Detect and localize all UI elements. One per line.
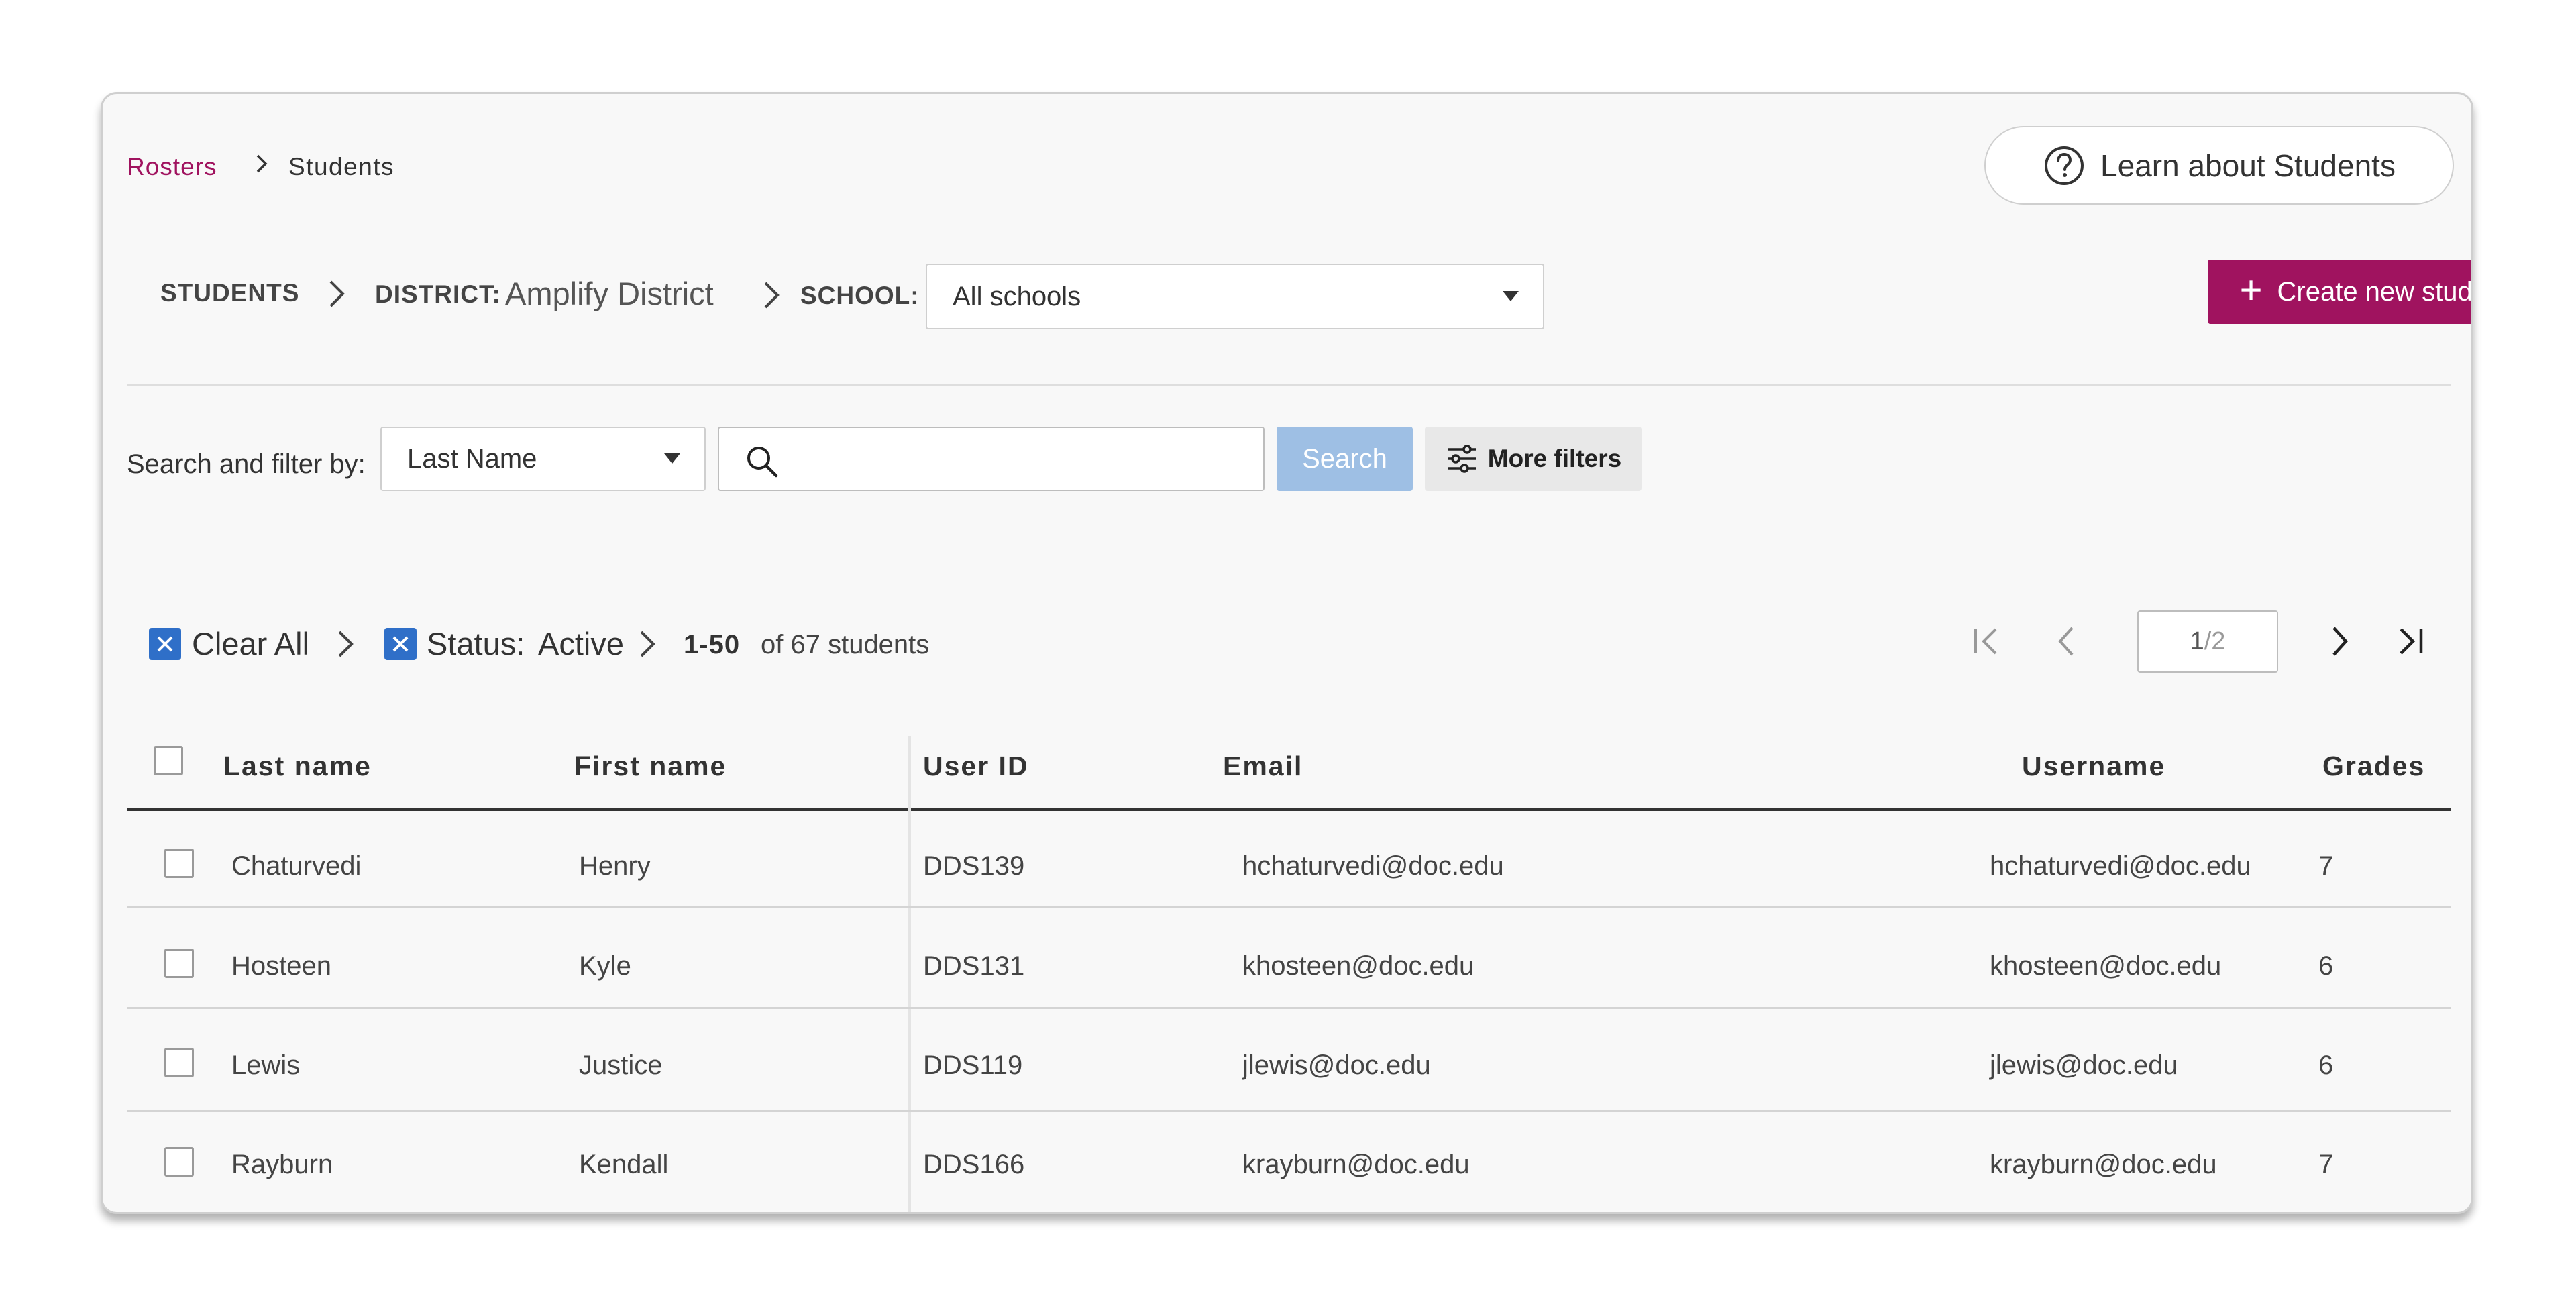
status-filter-checkbox[interactable] [384,628,417,660]
school-select-value: All schools [953,281,1081,311]
search-input[interactable] [793,435,1249,483]
row-checkbox[interactable] [164,949,194,978]
column-header-first-name[interactable]: First name [574,751,727,782]
row-divider [127,1110,2451,1112]
chevron-right-icon [640,631,655,657]
cell-last-name: Lewis [231,1050,301,1080]
cell-user-id: DDS131 [923,951,1025,981]
breadcrumb-rosters-link[interactable]: Rosters [127,153,217,181]
column-header-email[interactable]: Email [1223,751,1303,782]
row-divider [127,1007,2451,1009]
more-filters-label: More filters [1487,445,1622,472]
students-context-label: STUDENTS [160,279,300,307]
chevron-right-icon [329,280,345,307]
cell-last-name: Hosteen [231,951,331,981]
cell-first-name: Henry [579,851,651,881]
learn-button-label: Learn about Students [2100,148,2396,183]
last-page-icon[interactable] [2392,621,2432,661]
school-label: SCHOOL: [800,282,920,309]
cell-grade: 7 [2318,851,2334,881]
dropdown-caret-icon [664,453,680,464]
create-button-label: Create new students [2277,276,2473,307]
page-total: /2 [2204,627,2226,655]
more-filters-button[interactable]: More filters [1425,427,1642,491]
section-divider [127,384,2451,386]
result-total: of 67 students [761,630,930,659]
column-header-username[interactable]: Username [2022,751,2165,782]
sliders-icon [1447,445,1476,473]
cell-first-name: Kyle [579,951,631,981]
row-checkbox[interactable] [164,1048,194,1077]
cell-first-name: Justice [579,1050,663,1080]
cell-user-id: DDS139 [923,851,1025,881]
cell-first-name: Kendall [579,1150,669,1179]
cell-user-id: DDS166 [923,1150,1025,1179]
cell-email: krayburn@doc.edu [1242,1150,1470,1179]
select-all-checkbox[interactable] [154,746,183,775]
chevron-right-icon [338,631,354,657]
column-header-last-name[interactable]: Last name [223,751,372,782]
district-value: Amplify District [505,276,714,311]
table-header-border [127,808,2451,811]
status-filter-label: Status: [427,626,525,661]
search-button[interactable]: Search [1277,427,1413,491]
status-filter-value: Active [538,626,624,661]
result-range: 1-50 [684,630,741,659]
create-new-students-button[interactable]: + Create new students [2208,260,2473,324]
plus-icon: + [2239,268,2263,312]
cell-grade: 7 [2318,1150,2334,1179]
breadcrumb-current: Students [288,153,395,180]
students-roster-panel: Rosters Students Learn about Students ST… [101,92,2473,1214]
search-field-value: Last Name [407,443,537,474]
search-input-box [718,427,1265,491]
school-select[interactable]: All schools [926,264,1544,329]
close-icon [157,636,173,652]
cell-email: jlewis@doc.edu [1242,1050,1431,1080]
cell-username: khosteen@doc.edu [1990,951,2222,981]
row-checkbox[interactable] [164,849,194,878]
first-page-icon[interactable] [1966,621,2006,661]
cell-grade: 6 [2318,951,2334,981]
search-filter-label: Search and filter by: [127,449,366,479]
district-label: DISTRICT: [375,280,501,308]
next-page-icon[interactable] [2319,621,2359,661]
breadcrumb-chevron-icon [256,154,268,173]
help-circle-icon [2045,146,2084,185]
cell-last-name: Rayburn [231,1150,333,1179]
cell-username: jlewis@doc.edu [1990,1050,2178,1080]
page-number-input[interactable]: 1/2 [2137,610,2278,673]
chevron-right-icon [764,282,780,309]
search-field-select[interactable]: Last Name [380,427,706,491]
cell-username: krayburn@doc.edu [1990,1150,2217,1179]
clear-all-label[interactable]: Clear All [192,625,309,662]
previous-page-icon[interactable] [2047,621,2087,661]
dropdown-caret-icon [1503,291,1519,301]
clear-all-checkbox[interactable] [149,628,181,660]
cell-email: hchaturvedi@doc.edu [1242,851,1504,881]
row-divider [127,906,2451,908]
cell-last-name: Chaturvedi [231,851,362,881]
learn-about-students-button[interactable]: Learn about Students [1984,126,2454,205]
cell-username: hchaturvedi@doc.edu [1990,851,2251,881]
cell-user-id: DDS119 [923,1050,1023,1080]
page-current: 1 [2190,627,2204,655]
row-checkbox[interactable] [164,1147,194,1177]
search-icon [747,447,778,478]
close-icon [392,636,409,652]
column-header-grades[interactable]: Grades [2322,751,2425,782]
column-header-user-id[interactable]: User ID [923,751,1029,782]
cell-email: khosteen@doc.edu [1242,951,1474,981]
cell-grade: 6 [2318,1050,2334,1080]
column-separator [908,736,911,1212]
